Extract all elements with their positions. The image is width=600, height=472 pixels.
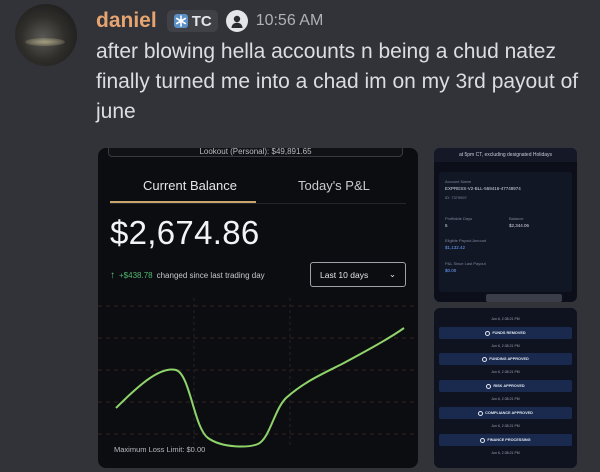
divider (110, 203, 406, 204)
avatar-image-detail (25, 38, 65, 46)
step-date: Jun 6, 2:38:21 PM (491, 397, 520, 401)
check-circle-icon (486, 383, 492, 389)
guild-tag[interactable]: TC (166, 10, 218, 32)
pnl-since-payout: $0.00 (445, 268, 457, 273)
step-compliance-approved: COMPLIANCE APPROVED (439, 407, 572, 419)
snowflake-icon (173, 14, 188, 28)
guild-tag-text: TC (191, 12, 212, 30)
avatar[interactable] (15, 4, 77, 66)
step-label: FUNDING APPROVED (489, 357, 529, 361)
check-circle-icon (480, 437, 486, 443)
account-balance: $2,344.06 (509, 223, 530, 228)
account-id: ID: 7379997 (445, 195, 467, 200)
step-date: Jun 6, 2:38:21 PM (491, 317, 520, 321)
current-balance-value: $2,674.86 (110, 214, 260, 251)
change-label: changed since last trading day (156, 271, 265, 280)
attachment-image-balance[interactable]: Lookout (Personal): $49,891.65 Current B… (98, 148, 418, 468)
step-date: Jun 6, 2:38:21 PM (491, 424, 520, 428)
step-funding-approved: FUNDING APPROVED (439, 353, 572, 365)
step-risk-approved: RISK APPROVED (439, 380, 572, 392)
payout-note: at 5pm CT, excluding designated Holidays (434, 148, 577, 162)
person-icon (231, 15, 243, 28)
profitable-days-label: Profitable Days (445, 216, 473, 221)
attachment-image-account[interactable]: at 5pm CT, excluding designated Holidays… (434, 148, 577, 302)
account-strip: Lookout (Personal): $49,891.65 (108, 148, 403, 157)
tab-todays-pnl[interactable]: Today's P&L (298, 178, 370, 193)
check-circle-icon (485, 330, 491, 336)
max-loss-limit: Maximum Loss Limit: $0.00 (114, 445, 206, 454)
account-name: EXPRESS-V2-BLL-559416-47748974 (445, 186, 521, 191)
step-label: COMPLIANCE APPROVED (485, 411, 533, 415)
balance-change: ↑ +$438.78 changed since last trading da… (110, 270, 265, 281)
avatar-badge-icon[interactable] (225, 10, 248, 32)
step-date: Jun 6, 2:38:21 PM (491, 451, 520, 455)
check-circle-icon (478, 410, 484, 416)
step-label: FINANCE PROCESSING (487, 438, 531, 442)
message-timestamp[interactable]: 10:56 AM (256, 12, 324, 30)
check-circle-icon (482, 356, 488, 362)
chevron-down-icon: ⌄ (388, 269, 396, 279)
balance-label: Balance (509, 216, 524, 221)
period-select[interactable]: Last 10 days ⌄ (310, 262, 406, 287)
step-funds-removed: FUNDS REMOVED (439, 327, 572, 339)
eligible-payout-amount: $1,132.42 (445, 245, 466, 250)
step-date: Jun 6, 2:38:21 PM (491, 370, 520, 374)
username[interactable]: daniel (96, 9, 157, 33)
change-amount: +$438.78 (119, 271, 153, 280)
period-select-value: Last 10 days (320, 269, 369, 280)
eligible-payout-label: Eligible Payout Amount (445, 238, 487, 243)
message-header: daniel TC 10:56 AM (96, 8, 323, 34)
chart-verticals (193, 298, 291, 448)
balance-chart (98, 298, 418, 448)
step-date: Jun 6, 2:38:21 PM (491, 344, 520, 348)
request-payout-button[interactable] (486, 294, 562, 302)
step-label: RISK APPROVED (493, 384, 525, 388)
chart-gridlines (98, 305, 418, 435)
message-content: after blowing hella accounts n being a c… (96, 40, 579, 123)
step-label: FUNDS REMOVED (492, 331, 526, 335)
attachment-image-payout-status[interactable]: Jun 6, 2:38:21 PM FUNDS REMOVED Jun 6, 2… (434, 308, 577, 468)
balance-line (115, 327, 405, 448)
balance-tabs: Current Balance Today's P&L (98, 166, 418, 204)
profitable-days: 5 (445, 223, 448, 228)
arrow-up-icon: ↑ (110, 270, 115, 281)
step-finance-processing: FINANCE PROCESSING (439, 434, 572, 446)
tab-current-balance[interactable]: Current Balance (143, 178, 237, 193)
account-card: Account Name EXPRESS-V2-BLL-559416-47748… (439, 172, 572, 292)
account-name-label: Account Name (445, 179, 472, 184)
pnl-since-payout-label: P&L Since Last Payout (445, 261, 486, 266)
